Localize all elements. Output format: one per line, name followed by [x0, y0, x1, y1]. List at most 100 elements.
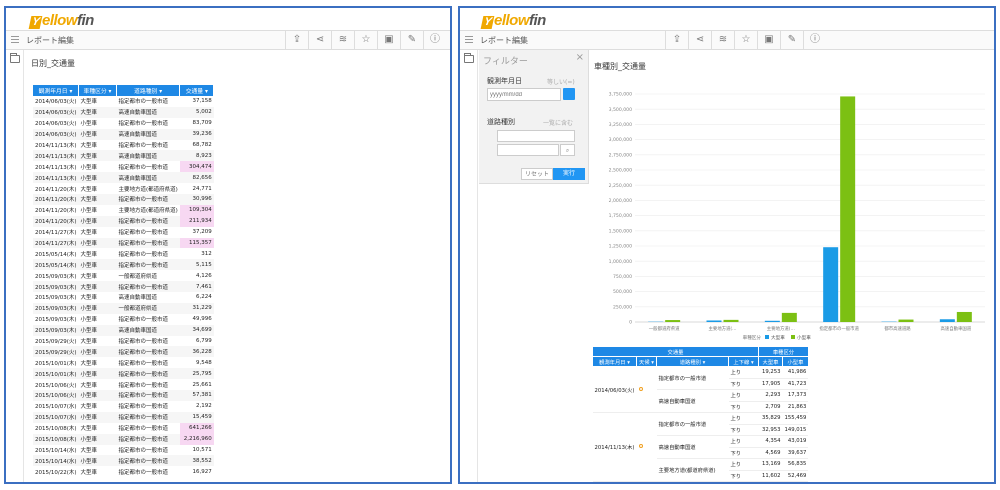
- share-icon[interactable]: ⋖: [308, 31, 331, 49]
- cell-large: 11,602: [758, 470, 783, 482]
- export-icon[interactable]: ⇪: [285, 31, 308, 49]
- col-volume-header[interactable]: 交通量 ▾: [179, 85, 215, 96]
- rss-icon[interactable]: ≋: [711, 31, 734, 49]
- date-filter-operator[interactable]: 等しい(=): [547, 77, 575, 86]
- cell-date: 2015/10/14(水): [33, 455, 79, 467]
- road-filter-text[interactable]: [497, 130, 575, 142]
- bar-large: [706, 320, 722, 322]
- cell-road: 指定都市の一般市道: [656, 412, 729, 436]
- table-row: 2014/11/27(木) 大型車 指定都市の一般市道 37,209: [33, 227, 214, 238]
- col-direction[interactable]: 上下線 ▾: [728, 356, 759, 367]
- left-report-panel: Yellowfin レポート 編集 ⇪ ⋖ ≋ ☆ ▣ ✎ ⓘ 日別_交通量 観…: [4, 6, 452, 484]
- cell-date: 2014/06/03(火): [33, 106, 79, 118]
- star-icon[interactable]: ☆: [354, 31, 377, 49]
- cell-small: 56,835: [782, 458, 809, 471]
- cell-volume: 39,236: [179, 128, 214, 140]
- tab-edit[interactable]: 編集: [58, 35, 74, 46]
- menu-icon[interactable]: [465, 36, 473, 44]
- table-row: 2015/10/08(木) 小型車 指定都市の一般市道 2,216,960: [33, 433, 214, 445]
- cell-volume: 5,115: [179, 259, 214, 271]
- cell-date: 2014/11/27(木): [35, 230, 77, 237]
- cell-vehicle: 大型車: [80, 99, 98, 106]
- cell-vehicle: 大型車: [80, 273, 98, 280]
- cell-vehicle: 小型車: [78, 390, 117, 401]
- cell-date: 2014/06/03(火): [35, 99, 77, 106]
- table-row: 2014/11/20(木) 小型車 主要地方道(都道府県道) 109,304: [33, 204, 214, 216]
- cell-date: 2015/09/29(火): [35, 339, 77, 346]
- pin-icon[interactable]: ✎: [400, 31, 423, 49]
- cell-date: 2015/09/03(木): [33, 281, 79, 293]
- pin-icon[interactable]: ✎: [780, 31, 803, 49]
- col-date-header[interactable]: 観測年月日 ▾: [33, 85, 79, 96]
- info-icon[interactable]: ⓘ: [803, 31, 826, 49]
- menu-icon[interactable]: [11, 36, 19, 44]
- cell-vehicle: 大型車: [80, 251, 98, 258]
- cell-volume: 38,552: [179, 455, 214, 467]
- share-icon[interactable]: ⋖: [688, 31, 711, 49]
- cell-direction: 上り: [728, 366, 759, 379]
- rss-icon[interactable]: ≋: [331, 31, 354, 49]
- col-large: 大型車: [758, 356, 783, 367]
- col-road[interactable]: 道路種別 ▾: [656, 356, 729, 367]
- cell-direction: 下り: [728, 447, 759, 459]
- col-date[interactable]: 観測年月日 ▾: [592, 356, 637, 367]
- cell-large: 2,709: [758, 401, 783, 413]
- reset-button[interactable]: リセット: [521, 168, 553, 180]
- bookmark-icon[interactable]: ▣: [377, 31, 400, 49]
- close-icon[interactable]: ×: [576, 52, 584, 63]
- cell-road: 高速自動車国道: [116, 324, 180, 336]
- tab-report[interactable]: レポート: [26, 35, 58, 46]
- sun-icon: [638, 444, 643, 448]
- x-tick-label: 主要地方道(…: [708, 325, 736, 332]
- road-filter-search-input[interactable]: [497, 144, 559, 156]
- road-filter-operator[interactable]: 一覧に含む: [543, 118, 573, 127]
- col-weather[interactable]: 天候 ▾: [636, 356, 657, 367]
- cell-volume: 2,216,960: [179, 433, 214, 445]
- info-icon[interactable]: ⓘ: [423, 31, 446, 49]
- cell-vehicle: 小型車: [78, 302, 117, 314]
- calendar-icon[interactable]: [563, 88, 575, 100]
- table-row: 2015/09/29(火) 大型車 指定都市の一般市道 6,799: [33, 336, 214, 347]
- table-row: 2015/10/07(水) 大型車 指定都市の一般市道 2,192: [33, 401, 214, 412]
- table-row: 2014/11/13(木) 大型車 指定都市の一般市道 68,782: [33, 140, 214, 151]
- table-row: 2014/06/03(火) 指定都市の一般市道 上り 19,253 41,986: [592, 366, 809, 413]
- y-tick-label: 3,500,000: [609, 107, 632, 113]
- cell-volume: 49,996: [192, 316, 212, 323]
- table-row: 2015/10/14(水) 大型車 指定都市の一般市道 10,571: [33, 445, 214, 456]
- table-row: 2015/09/03(木) 小型車 高速自動車国道 34,699: [33, 324, 214, 336]
- bookmark-icon[interactable]: ▣: [757, 31, 780, 49]
- cell-road: 指定都市の一般市道: [116, 194, 180, 205]
- cell-date: 2014/11/27(木): [33, 237, 79, 249]
- cell-date: 2015/10/08(木): [33, 433, 79, 445]
- col-road-header[interactable]: 道路種別 ▾: [116, 85, 181, 96]
- date-filter-input[interactable]: [487, 88, 561, 101]
- run-button[interactable]: 実行: [553, 168, 585, 180]
- y-tick-label: 750,000: [613, 274, 632, 280]
- cell-date: 2015/05/14(木): [33, 259, 79, 271]
- cell-date: 2015/10/01(木): [33, 368, 79, 380]
- table-row: 2015/10/14(水) 小型車 指定都市の一般市道 38,552: [33, 455, 214, 467]
- export-icon[interactable]: ⇪: [665, 31, 688, 49]
- cell-large: 17,905: [758, 378, 783, 390]
- folder-icon[interactable]: [464, 53, 474, 63]
- cell-small: 39,637: [782, 447, 809, 459]
- cell-road: 指定都市の一般市道: [116, 281, 180, 293]
- tab-report[interactable]: レポート: [480, 35, 512, 46]
- table-row: 2015/10/01(木) 小型車 指定都市の一般市道 25,795: [33, 368, 214, 380]
- y-tick-label: 250,000: [613, 304, 632, 310]
- cell-date: 2015/09/03(木): [35, 295, 77, 302]
- side-rail: [460, 50, 478, 482]
- table-row: 2015/10/06(火) 大型車 指定都市の一般市道 25,661: [33, 379, 214, 390]
- cell-date: 2015/10/01(木): [35, 360, 77, 367]
- folder-icon[interactable]: [10, 53, 20, 63]
- table-row: 2015/09/03(木) 大型車 高速自動車国道 6,224: [33, 292, 214, 303]
- table-row: 2015/10/22(木) 大型車 指定都市の一般市道 16,927: [33, 466, 214, 477]
- search-icon[interactable]: ⌕: [560, 144, 575, 156]
- cell-volume: 68,782: [192, 142, 212, 148]
- legend-swatch: [765, 335, 769, 339]
- table-row: 2015/09/03(木) 大型車 指定都市の一般市道 7,461: [33, 281, 214, 293]
- tab-edit[interactable]: 編集: [512, 35, 528, 46]
- star-icon[interactable]: ☆: [734, 31, 757, 49]
- cell-volume: 8,923: [179, 150, 214, 162]
- col-vehicle-header[interactable]: 車種区分 ▾: [78, 85, 117, 96]
